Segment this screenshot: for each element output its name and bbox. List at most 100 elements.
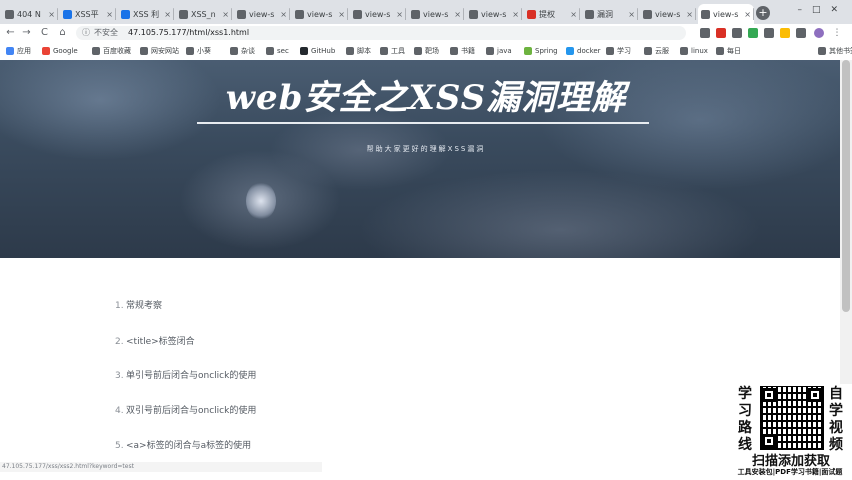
bookmark-item[interactable]: 百度收藏	[92, 45, 131, 57]
qr-code[interactable]	[760, 386, 824, 450]
tab-label: view-s	[249, 9, 275, 19]
level-list: 1. 常规考察 2. <title>标签闭合 3. 单引号前后闭合与onclick的使用 4…	[0, 258, 840, 480]
level-number: 2.	[115, 337, 124, 347]
bookmark-item[interactable]: java	[486, 45, 512, 57]
tab-close-icon[interactable]: ×	[338, 10, 345, 19]
bookmark-item[interactable]: 学习	[606, 45, 631, 57]
extension-icon[interactable]	[732, 28, 742, 38]
tab-label: 404 N	[17, 9, 41, 19]
promo-char: 学	[829, 403, 843, 419]
tab-close-icon[interactable]: ×	[628, 10, 635, 19]
tab-favicon-icon	[353, 9, 362, 19]
browser-tab[interactable]: view-s ×	[408, 4, 464, 24]
status-bar: 47.105.75.177/xss/xss2.html?keyword=test	[0, 462, 322, 472]
extension-icon[interactable]	[764, 28, 774, 38]
level-link[interactable]: 5. <a>标签的闭合与a标签的使用	[115, 438, 251, 451]
bookmark-item[interactable]: 其他书签	[818, 45, 852, 57]
tab-close-icon[interactable]: ×	[454, 10, 461, 19]
bookmark-item[interactable]: 每日	[716, 45, 741, 57]
bookmark-item[interactable]: 靶场	[414, 45, 439, 57]
bookmark-item[interactable]: linux	[680, 45, 708, 57]
tab-separator	[637, 8, 638, 20]
window-controls[interactable]: –□✕	[797, 5, 848, 15]
tab-close-icon[interactable]: ×	[48, 10, 55, 19]
tab-favicon-icon	[411, 9, 420, 19]
level-link[interactable]: 3. 单引号前后闭合与onclick的使用	[115, 368, 256, 381]
bookmark-item[interactable]: Google	[42, 45, 78, 57]
level-link[interactable]: 2. <title>标签闭合	[115, 334, 195, 347]
tab-close-icon[interactable]: ×	[512, 10, 519, 19]
bookmark-item[interactable]: sec	[266, 45, 289, 57]
bookmark-label: 书籍	[461, 47, 475, 55]
bookmark-label: 脚本	[357, 47, 371, 55]
tab-separator	[521, 8, 522, 20]
bookmark-item[interactable]: 网安网站	[140, 45, 179, 57]
bookmark-item[interactable]: 应用	[6, 45, 31, 57]
tab-close-icon[interactable]: ×	[280, 10, 287, 19]
browser-tab[interactable]: view-s ×	[292, 4, 348, 24]
bookmark-item[interactable]: 云服	[644, 45, 669, 57]
tab-label: 提权	[539, 9, 555, 19]
bookmark-item[interactable]: 工具	[380, 45, 405, 57]
star-icon[interactable]	[700, 28, 710, 38]
bookmark-label: 杂谈	[241, 47, 255, 55]
bookmark-item[interactable]: 小葵	[186, 45, 211, 57]
browser-tab[interactable]: view-s ×	[698, 4, 754, 24]
new-tab-button[interactable]: +	[756, 6, 770, 20]
extension-icon[interactable]	[716, 28, 726, 38]
browser-tab[interactable]: XSS 利 ×	[118, 4, 174, 24]
tab-label: XSS平	[75, 9, 99, 19]
level-label: <title>标签闭合	[126, 337, 195, 347]
promo-char: 视	[829, 420, 843, 436]
bookmark-label: 靶场	[425, 47, 439, 55]
bookmark-item[interactable]: Spring	[524, 45, 558, 57]
browser-tab[interactable]: XSS平 ×	[60, 4, 116, 24]
tab-close-icon[interactable]: ×	[222, 10, 229, 19]
bookmarks-bar: 应用 Google 百度收藏 网安网站 小葵 杂谈 sec GitHub 脚本 工具 靶场 书籍 jav…	[0, 42, 852, 61]
url-text[interactable]: 47.105.75.177/html/xss1.html	[128, 26, 249, 40]
extension-icon[interactable]	[796, 28, 806, 38]
tab-close-icon[interactable]: ×	[686, 10, 693, 19]
browser-tab[interactable]: 提权 ×	[524, 4, 580, 24]
scrollbar-thumb[interactable]	[842, 60, 850, 312]
tab-close-icon[interactable]: ×	[744, 10, 751, 19]
browser-tab[interactable]: 漏洞 ×	[582, 4, 638, 24]
bookmark-folder-icon	[6, 47, 14, 55]
bookmark-label: 应用	[17, 47, 31, 55]
browser-tab[interactable]: view-s ×	[350, 4, 406, 24]
browser-tab[interactable]: 404 N ×	[2, 4, 58, 24]
bookmark-item[interactable]: 杂谈	[230, 45, 255, 57]
browser-tab[interactable]: XSS_n ×	[176, 4, 232, 24]
bookmark-item[interactable]: GitHub	[300, 45, 335, 57]
forward-button[interactable]: →	[20, 26, 33, 39]
browser-tab[interactable]: view-s ×	[234, 4, 290, 24]
level-link[interactable]: 4. 双引号前后闭合与onclick的使用	[115, 403, 256, 416]
bookmark-folder-icon	[300, 47, 308, 55]
extension-icon[interactable]	[748, 28, 758, 38]
reload-button[interactable]: C	[38, 26, 51, 39]
bookmark-label: 百度收藏	[103, 47, 131, 55]
back-button[interactable]: ←	[4, 26, 17, 39]
bookmark-label: 学习	[617, 47, 631, 55]
info-icon[interactable]: ⓘ	[82, 26, 90, 40]
tab-close-icon[interactable]: ×	[106, 10, 113, 19]
tab-favicon-icon	[179, 9, 188, 19]
tab-close-icon[interactable]: ×	[396, 10, 403, 19]
browser-tab[interactable]: view-s ×	[466, 4, 522, 24]
tab-close-icon[interactable]: ×	[570, 10, 577, 19]
level-link[interactable]: 1. 常规考察	[115, 298, 162, 311]
bookmark-item[interactable]: 脚本	[346, 45, 371, 57]
extension-icon[interactable]	[780, 28, 790, 38]
tab-close-icon[interactable]: ×	[164, 10, 171, 19]
bookmark-item[interactable]: 书籍	[450, 45, 475, 57]
avatar[interactable]	[814, 28, 824, 38]
home-button[interactable]: ⌂	[56, 26, 69, 39]
browser-tab[interactable]: view-s ×	[640, 4, 696, 24]
bookmark-label: Spring	[535, 47, 558, 55]
tab-favicon-icon	[701, 9, 710, 19]
menu-icon[interactable]: ⋮	[832, 28, 842, 38]
bookmark-item[interactable]: docker	[566, 45, 601, 57]
bookmark-label: docker	[577, 47, 601, 55]
address-bar[interactable]: ⓘ 不安全 47.105.75.177/html/xss1.html	[76, 26, 686, 40]
tab-separator	[231, 8, 232, 20]
